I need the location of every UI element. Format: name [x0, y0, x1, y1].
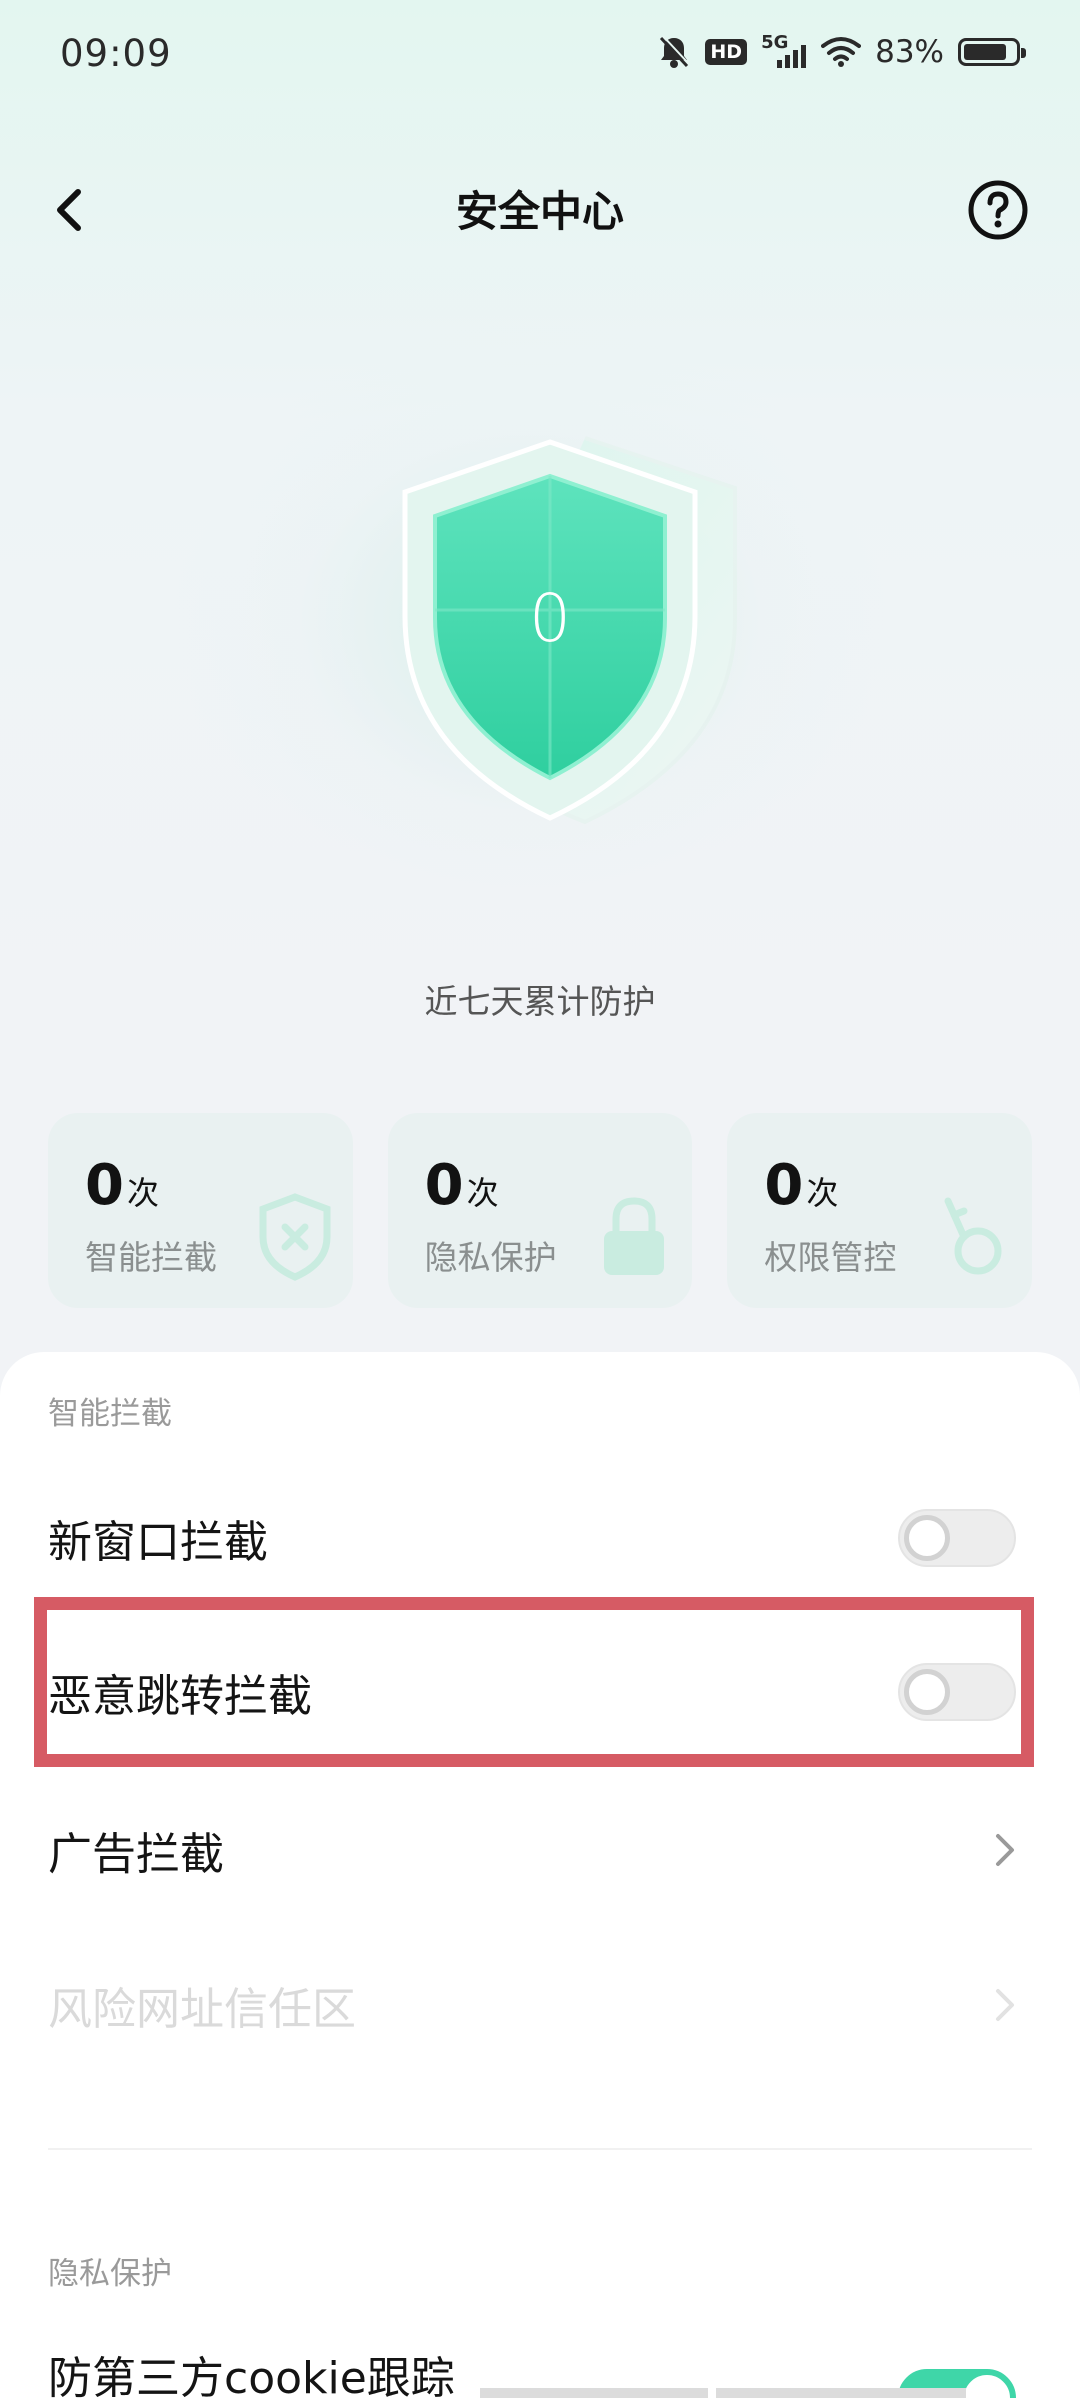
- battery-percent: 83%: [875, 34, 944, 70]
- status-bar: 09:09 HD 5G 83%: [0, 0, 1080, 110]
- stat-value: 0次: [85, 1153, 159, 1218]
- new-window-block-toggle[interactable]: [898, 1509, 1016, 1567]
- shield-x-icon: [259, 1193, 331, 1281]
- row-label: 风险网址信任区: [48, 1984, 356, 2035]
- wifi-icon: [821, 37, 862, 67]
- row-label: 防第三方cookie跟踪: [48, 2353, 455, 2398]
- row-risky-url-trust-zone[interactable]: 风险网址信任区: [0, 1930, 1080, 2080]
- protection-count: 0: [529, 580, 571, 657]
- scroll-edge-strip: [480, 2388, 708, 2398]
- row-new-window-block[interactable]: 新窗口拦截: [0, 1463, 1080, 1613]
- section-divider: [48, 2148, 1032, 2150]
- malicious-redirect-block-toggle[interactable]: [898, 1663, 1016, 1721]
- stat-label: 智能拦截: [85, 1238, 217, 1277]
- key-icon: [944, 1197, 1002, 1275]
- row-label: 新窗口拦截: [48, 1517, 268, 1568]
- hd-icon: HD: [705, 39, 748, 65]
- chevron-right-icon: [996, 1989, 1014, 2021]
- row-label: 广告拦截: [48, 1829, 224, 1880]
- status-icons: HD 5G 83%: [657, 32, 1026, 72]
- scroll-edge-strip: [716, 2388, 966, 2398]
- help-button[interactable]: [966, 178, 1030, 242]
- stat-card-smart-block[interactable]: 0次 智能拦截: [48, 1113, 353, 1308]
- page-title: 安全中心: [455, 187, 624, 236]
- stat-label: 权限管控: [764, 1238, 897, 1277]
- row-label: 恶意跳转拦截: [48, 1671, 312, 1722]
- lock-icon: [604, 1197, 665, 1275]
- protection-caption: 近七天累计防护: [424, 982, 656, 1021]
- help-icon: [968, 180, 1028, 240]
- cellular-signal-icon: 5G: [761, 32, 807, 70]
- top-nav: 安全中心: [0, 160, 1080, 260]
- section-title-privacy: 隐私保护: [48, 2256, 172, 2292]
- stats-row: 0次 智能拦截 0次 隐私保护 0次 权限管控: [48, 1113, 1033, 1308]
- bell-muted-icon: [660, 35, 691, 68]
- section-title-smart-block: 智能拦截: [48, 1396, 172, 1432]
- stat-value: 0次: [764, 1153, 839, 1218]
- stat-card-privacy[interactable]: 0次 隐私保护: [387, 1113, 693, 1308]
- row-third-party-cookie[interactable]: 防第三方cookie跟踪: [0, 2302, 1080, 2398]
- stat-value: 0次: [424, 1153, 499, 1218]
- status-time: 09:09: [60, 32, 172, 75]
- battery-icon: [958, 38, 1026, 66]
- row-ad-block[interactable]: 广告拦截: [0, 1775, 1080, 1925]
- protection-shield: 0: [340, 420, 798, 880]
- stat-card-permission[interactable]: 0次 权限管控: [727, 1113, 1033, 1308]
- stat-label: 隐私保护: [424, 1238, 557, 1277]
- row-malicious-redirect-block[interactable]: 恶意跳转拦截: [0, 1617, 1080, 1767]
- chevron-right-icon: [996, 1834, 1014, 1866]
